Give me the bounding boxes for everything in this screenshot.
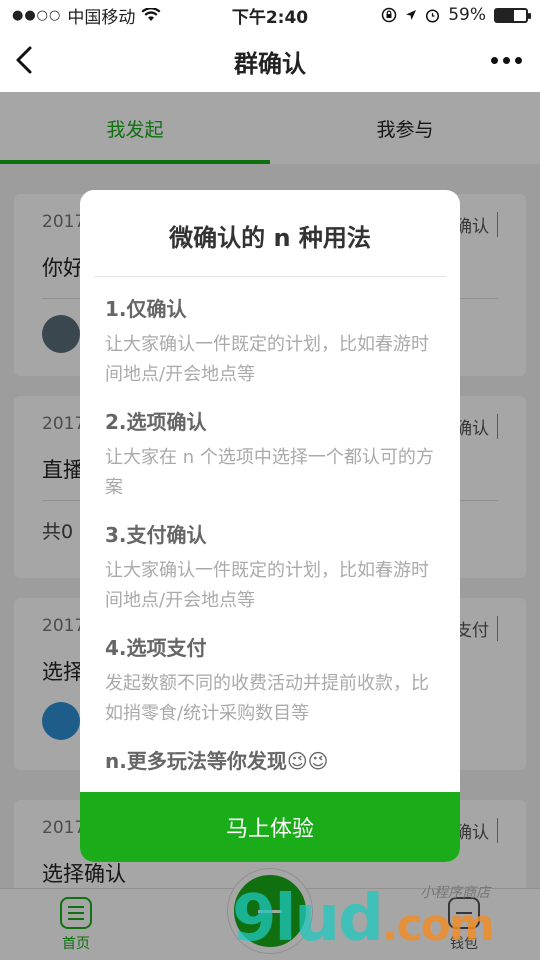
carrier-label: 中国移动	[67, 7, 136, 28]
battery-level	[496, 9, 514, 21]
usage-more: n.更多玩法等你发现😉😉	[105, 749, 329, 773]
status-left: ●●○○ 中国移动	[12, 3, 161, 28]
wifi-icon	[141, 8, 161, 21]
battery-icon	[494, 7, 531, 23]
usage-item-title: 3.支付确认	[105, 523, 207, 547]
usage-item-desc: 让大家确认一件既定的计划，比如春游时间地点/开会地点等	[105, 560, 429, 611]
usage-item: 2.选项确认 让大家在 n 个选项中选择一个都认可的方案	[105, 406, 435, 503]
page-title: 群确认	[234, 49, 306, 78]
usage-item-title: 4.选项支付	[105, 636, 207, 660]
usage-item-title: 2.选项确认	[105, 410, 207, 434]
modal-body: 1.仅确认 让大家确认一件既定的计划，比如春游时间地点/开会地点等 2.选项确认…	[80, 277, 460, 774]
usage-item: 1.仅确认 让大家确认一件既定的计划，比如春游时间地点/开会地点等	[105, 293, 435, 390]
watermark-main: 9lud	[232, 882, 384, 956]
status-right: 59%	[381, 5, 531, 25]
usage-item: 3.支付确认 让大家确认一件既定的计划，比如春游时间地点/开会地点等	[105, 519, 435, 616]
usage-item: 4.选项支付 发起数额不同的收费活动并提前收款，比如捎零食/统计采购数目等	[105, 632, 435, 729]
watermark-sub: 小程序商店	[420, 885, 490, 901]
usage-item-title: 1.仅确认	[105, 297, 187, 321]
usage-item-desc: 让大家在 n 个选项中选择一个都认可的方案	[105, 447, 434, 498]
signal-icon: ●●○○	[12, 7, 62, 23]
back-icon[interactable]	[12, 44, 38, 76]
alarm-icon	[426, 8, 440, 23]
usage-guide-modal: 微确认的 n 种用法 1.仅确认 让大家确认一件既定的计划，比如春游时间地点/开…	[80, 190, 460, 862]
rotation-lock-icon	[381, 7, 397, 23]
nav-bar: 群确认	[0, 30, 540, 92]
watermark-dot: .com	[381, 900, 495, 951]
location-icon	[406, 10, 417, 20]
usage-item-desc: 发起数额不同的收费活动并提前收款，比如捎零食/统计采购数目等	[105, 673, 429, 724]
status-bar: ●●○○ 中国移动 下午2:40 59%	[0, 0, 540, 30]
modal-title: 微确认的 n 种用法	[169, 224, 371, 252]
try-now-button[interactable]: 马上体验	[80, 792, 460, 862]
battery-percent: 59%	[448, 5, 486, 25]
usage-item-desc: 让大家确认一件既定的计划，比如春游时间地点/开会地点等	[105, 334, 429, 385]
more-icon[interactable]	[491, 57, 522, 64]
